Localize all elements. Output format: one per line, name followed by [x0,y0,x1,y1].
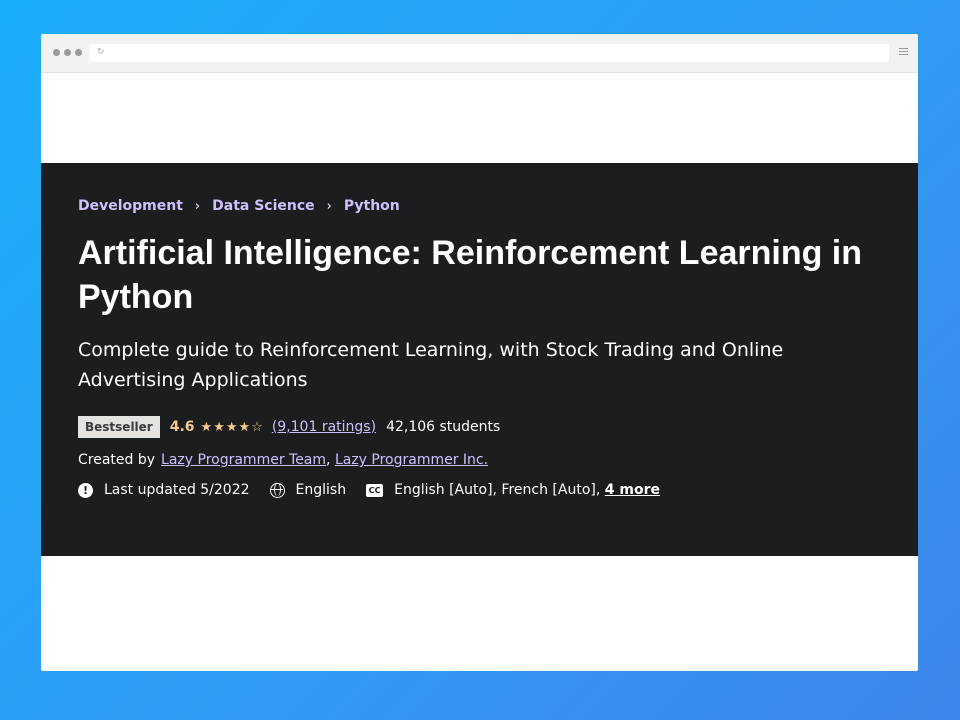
window-dot-icon[interactable] [53,49,60,56]
chevron-right-icon: › [194,198,201,214]
window-dot-icon[interactable] [64,49,71,56]
course-title: Artificial Intelligence: Reinforcement L… [78,234,863,316]
bestseller-badge: Bestseller [78,416,160,438]
window-dot-icon[interactable] [75,49,82,56]
instructor-separator: , [326,452,335,468]
course-captions: CC English [Auto], French [Auto], 4 more [366,482,660,498]
breadcrumb-data-science[interactable]: Data Science [212,198,315,214]
alert-icon: ! [78,482,93,498]
created-by-label: Created by [78,452,156,468]
chevron-right-icon: › [326,198,332,214]
globe-icon [269,482,285,498]
captions-text: English [Auto], French [Auto], [394,482,601,498]
breadcrumb: Development › Data Science › Python [78,196,881,216]
breadcrumb-python[interactable]: Python [344,198,400,214]
browser-toolbar: ↻ [41,34,918,73]
ratings-count-link[interactable]: (9,101 ratings) [272,419,376,435]
instructor-link[interactable]: Lazy Programmer Inc. [335,452,488,468]
reload-icon[interactable]: ↻ [97,47,107,57]
window-controls [53,49,82,56]
browser-window: ↻ Development › Data Science › Python Ar… [41,34,918,671]
instructor-link[interactable]: Lazy Programmer Team [161,452,326,468]
course-subtitle: Complete guide to Reinforcement Learning… [78,339,784,391]
students-count: 42,106 students [386,419,501,435]
last-updated: ! Last updated 5/2022 [78,482,250,498]
rating-row: Bestseller 4.6 ★★★★☆ (9,101 ratings) 42,… [78,415,881,439]
breadcrumb-development[interactable]: Development [78,198,183,214]
course-info-row: ! Last updated 5/2022 English CC English… [78,482,881,498]
language-text: English [295,482,347,498]
created-by-row: Created by Lazy Programmer Team, Lazy Pr… [78,452,881,468]
rating-value: 4.6 [169,419,195,435]
course-language: English [269,482,347,498]
more-captions-link[interactable]: 4 more [605,482,660,498]
course-header: Development › Data Science › Python Arti… [41,163,918,556]
closed-captions-icon: CC [366,483,384,497]
address-bar[interactable]: ↻ [89,44,889,62]
menu-icon[interactable] [899,48,908,55]
last-updated-text: Last updated 5/2022 [104,482,250,498]
star-rating-icon: ★★★★☆ [200,419,264,435]
